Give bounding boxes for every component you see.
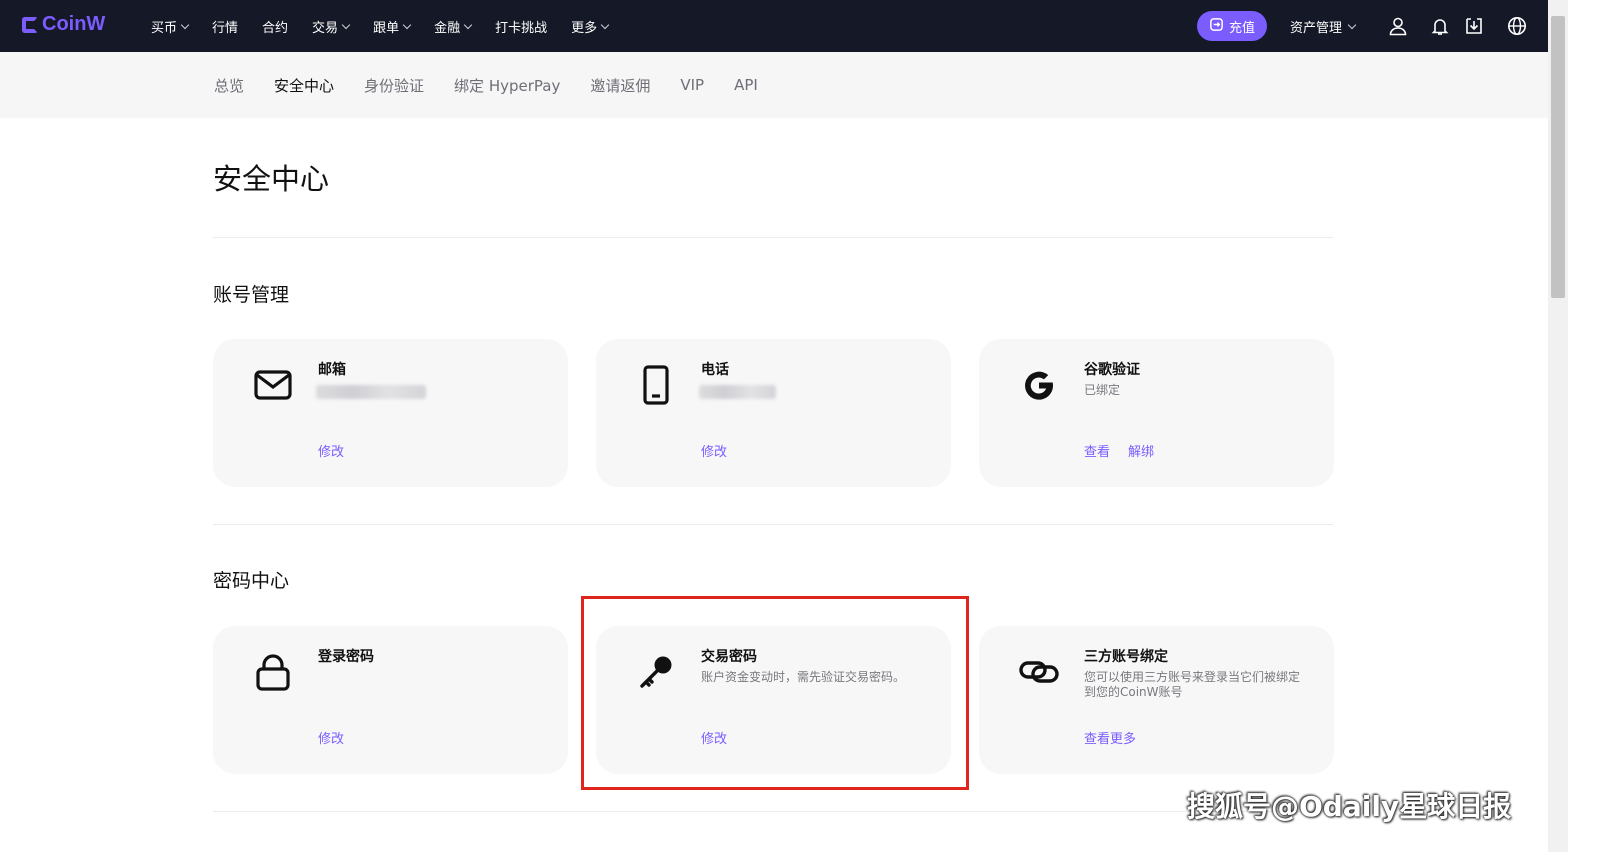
nav-label: 更多 <box>571 20 598 36</box>
bell-icon[interactable] <box>1430 16 1450 36</box>
card-login-password: 登录密码 修改 <box>213 626 568 774</box>
download-icon[interactable] <box>1464 16 1484 36</box>
google-icon <box>1019 365 1059 405</box>
card-actions: 修改 <box>318 728 344 747</box>
card-title: 电话 <box>701 362 729 378</box>
nav-label: 打卡挑战 <box>495 20 548 36</box>
coinw-logo[interactable]: CoinW <box>22 13 105 36</box>
edit-phone-link[interactable]: 修改 <box>701 441 727 460</box>
edit-email-link[interactable]: 修改 <box>318 441 344 460</box>
card-actions: 查看更多 <box>1084 728 1136 747</box>
card-actions: 修改 <box>701 441 727 460</box>
card-title: 三方账号绑定 <box>1084 649 1168 665</box>
subnav-tab-referral[interactable]: 邀请返佣 <box>590 75 650 96</box>
subnav-tab-identity-verification[interactable]: 身份验证 <box>364 75 424 96</box>
nav-item-trade[interactable]: 交易 <box>312 17 351 36</box>
masked-email-value <box>316 385 426 399</box>
card-third-party-binding: 三方账号绑定 您可以使用三方账号来登录当它们被绑定到您的CoinW账号 查看更多 <box>979 626 1334 774</box>
phone-icon <box>636 365 676 405</box>
masked-phone-value <box>699 385 776 399</box>
nav-item-buy-crypto[interactable]: 买币 <box>151 17 190 36</box>
subnav-tab-security-center[interactable]: 安全中心 <box>274 75 334 96</box>
account-subnav: 总览 安全中心 身份验证 绑定 HyperPay 邀请返佣 VIP API <box>214 52 758 118</box>
deposit-label: 充值 <box>1228 20 1255 36</box>
nav-item-more[interactable]: 更多 <box>571 17 610 36</box>
nav-item-finance[interactable]: 金融 <box>434 17 473 36</box>
card-actions: 查看 解绑 <box>1084 441 1154 460</box>
nav-label: 金融 <box>434 20 461 36</box>
page-title: 安全中心 <box>213 162 330 196</box>
divider <box>213 811 1333 812</box>
coinw-logo-mark <box>22 16 38 33</box>
account-subnav-bar: 总览 安全中心 身份验证 绑定 HyperPay 邀请返佣 VIP API <box>0 52 1548 118</box>
google-auth-status: 已绑定 <box>1084 383 1121 397</box>
subnav-tab-overview[interactable]: 总览 <box>214 75 244 96</box>
subnav-tab-api[interactable]: API <box>734 76 758 94</box>
top-navbar: CoinW 买币 行情 合约 交易 跟单 金融 打卡挑战 更多 充值 资产管理 <box>0 0 1548 52</box>
subnav-tab-vip[interactable]: VIP <box>680 76 704 94</box>
highlight-annotation-box <box>581 596 969 790</box>
scrollbar-thumb[interactable] <box>1551 16 1565 298</box>
deposit-icon <box>1209 17 1224 36</box>
chevron-down-icon <box>341 20 351 29</box>
divider <box>213 524 1333 525</box>
mail-icon <box>253 365 293 405</box>
asset-management-menu[interactable]: 资产管理 <box>1290 0 1357 52</box>
card-google-authenticator: 谷歌验证 已绑定 查看 解绑 <box>979 339 1334 487</box>
deposit-button[interactable]: 充值 <box>1197 11 1267 41</box>
user-icon[interactable] <box>1388 16 1408 36</box>
divider <box>213 237 1333 238</box>
nav-item-checkin-challenge[interactable]: 打卡挑战 <box>495 17 547 36</box>
brand-name: CoinW <box>42 13 106 35</box>
asset-management-label: 资产管理 <box>1290 20 1343 36</box>
view-google-auth-link[interactable]: 查看 <box>1084 441 1110 460</box>
link-icon <box>1019 652 1059 692</box>
nav-label: 跟单 <box>373 20 400 36</box>
nav-label: 合约 <box>262 20 289 36</box>
view-more-link[interactable]: 查看更多 <box>1084 728 1136 747</box>
chevron-down-icon <box>1347 20 1357 29</box>
chevron-down-icon <box>180 20 190 29</box>
chevron-down-icon <box>402 20 412 29</box>
card-title: 登录密码 <box>318 649 374 665</box>
third-party-binding-description: 您可以使用三方账号来登录当它们被绑定到您的CoinW账号 <box>1084 670 1301 699</box>
nav-item-markets[interactable]: 行情 <box>212 17 238 36</box>
card-phone: 电话 修改 <box>596 339 951 487</box>
section-title-password-center: 密码中心 <box>213 570 290 592</box>
nav-item-copy-trading[interactable]: 跟单 <box>373 17 412 36</box>
chevron-down-icon <box>463 20 473 29</box>
nav-label: 行情 <box>212 20 239 36</box>
lock-icon <box>253 652 293 692</box>
main-nav: 买币 行情 合约 交易 跟单 金融 打卡挑战 更多 <box>151 0 610 52</box>
section-title-account-management: 账号管理 <box>213 284 290 306</box>
nav-item-futures[interactable]: 合约 <box>262 17 288 36</box>
page-scrollbar[interactable] <box>1548 0 1568 852</box>
card-title: 谷歌验证 <box>1084 362 1140 378</box>
globe-icon[interactable] <box>1507 16 1527 36</box>
unbind-google-auth-link[interactable]: 解绑 <box>1128 441 1154 460</box>
edit-login-password-link[interactable]: 修改 <box>318 728 344 747</box>
watermark-text: 搜狐号@Odaily星球日报 <box>1187 790 1512 823</box>
nav-label: 买币 <box>151 20 178 36</box>
chevron-down-icon <box>600 20 610 29</box>
card-title: 邮箱 <box>318 362 346 378</box>
nav-label: 交易 <box>312 20 339 36</box>
card-email: 邮箱 修改 <box>213 339 568 487</box>
subnav-tab-bind-hyperpay[interactable]: 绑定 HyperPay <box>454 75 560 96</box>
card-actions: 修改 <box>318 441 344 460</box>
